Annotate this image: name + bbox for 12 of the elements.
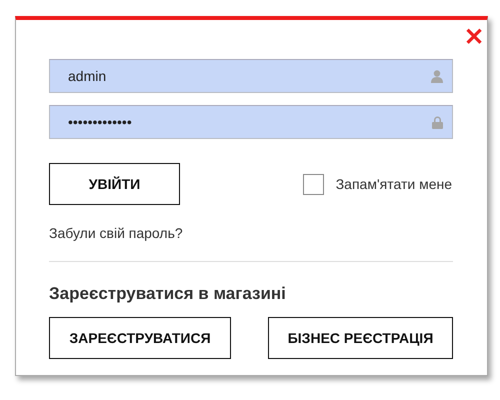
remember-label: Запам'ятати мене	[336, 176, 452, 192]
username-field[interactable]: admin	[49, 59, 453, 93]
forgot-password-link[interactable]: Забули свій пароль?	[49, 225, 183, 241]
user-icon	[431, 70, 443, 83]
register-button[interactable]: ЗАРЕЄСТРУВАТИСЯ	[49, 317, 231, 359]
close-button[interactable]: ✕	[462, 26, 486, 50]
password-field[interactable]: •••••••••••••	[49, 105, 453, 139]
register-heading: Зареєструватися в магазині	[49, 284, 287, 304]
remember-checkbox[interactable]	[302, 174, 324, 194]
business-register-button[interactable]: БІЗНЕС РЕЄСТРАЦІЯ	[268, 317, 453, 359]
login-button[interactable]: УВІЙТИ	[49, 163, 180, 205]
lock-icon	[432, 116, 443, 129]
